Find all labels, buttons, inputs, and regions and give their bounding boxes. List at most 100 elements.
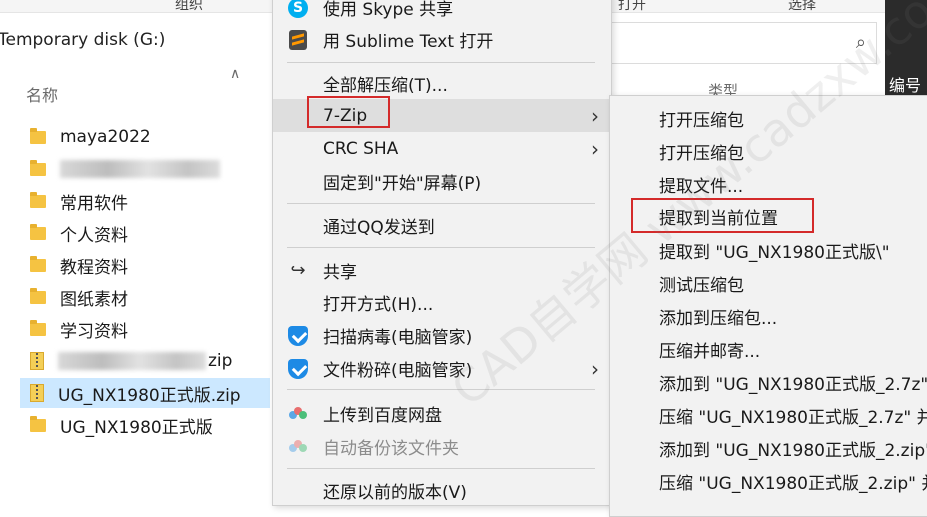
folder-icon <box>30 415 46 432</box>
chevron-right-icon: › <box>591 136 599 161</box>
menu-item-pin-start[interactable]: 固定到"开始"屏幕(P) <box>273 165 611 198</box>
menu-item-label: 用 Sublime Text 打开 <box>323 32 494 52</box>
shield-icon <box>288 358 308 379</box>
file-label: 学习资料 <box>60 321 128 342</box>
skype-icon: S <box>288 0 308 18</box>
menu-separator <box>287 203 595 204</box>
file-label: 教程资料 <box>60 257 128 278</box>
menu-separator <box>287 62 595 63</box>
menu-item-label: 打开方式(H)... <box>323 295 434 315</box>
submenu-item-add-zip[interactable]: 添加到 "UG_NX1980正式版_2.zip" <box>610 432 927 465</box>
search-icon[interactable]: ⌕ <box>856 32 866 53</box>
submenu-item-label: 提取到 "UG_NX1980正式版\" <box>659 243 890 263</box>
sort-up-icon[interactable]: ∧ <box>230 66 240 82</box>
search-box[interactable]: ⌕ <box>610 22 877 64</box>
cloud-icon <box>289 406 307 421</box>
submenu-item-compress-7z-email[interactable]: 压缩 "UG_NX1980正式版_2.7z" 并邮寄 <box>610 399 927 432</box>
folder-icon <box>30 127 46 144</box>
submenu-item-test-archive[interactable]: 测试压缩包 <box>610 267 927 300</box>
menu-item-label: 使用 Skype 共享 <box>323 0 454 20</box>
menu-item-share[interactable]: ↪ 共享 <box>273 254 611 287</box>
file-row-changyong[interactable]: 常用软件 <box>20 186 270 216</box>
folder-icon <box>30 223 46 240</box>
7zip-submenu: 打开压缩包 打开压缩包 提取文件... 提取到当前位置 提取到 "UG_NX19… <box>609 95 927 517</box>
file-row-tuzhi[interactable]: 图纸素材 <box>20 282 270 312</box>
file-row-maya2022[interactable]: maya2022 <box>20 122 270 152</box>
zip-archive-icon <box>30 352 44 370</box>
menu-item-open-with[interactable]: 打开方式(H)... <box>273 286 611 319</box>
file-label: 图纸素材 <box>60 289 128 310</box>
cloud-icon <box>289 439 307 454</box>
details-pane-label: 编号 <box>889 76 922 95</box>
menu-item-label: 共享 <box>323 263 357 283</box>
menu-item-baidu-upload[interactable]: 上传到百度网盘 <box>273 397 611 430</box>
ribbon-tab-organize[interactable]: 组织 <box>175 0 203 14</box>
zip-archive-icon <box>30 384 44 402</box>
menu-item-label: 扫描病毒(电脑管家) <box>323 328 473 348</box>
submenu-item-compress-zip-email[interactable]: 压缩 "UG_NX1980正式版_2.zip" 并邮寄 <box>610 465 927 498</box>
menu-item-label: 上传到百度网盘 <box>323 406 442 426</box>
submenu-item-label: 压缩并邮寄... <box>659 342 761 362</box>
submenu-item-add-to-archive[interactable]: 添加到压缩包... <box>610 300 927 333</box>
folder-icon <box>30 159 46 176</box>
menu-item-label: 通过QQ发送到 <box>323 218 435 238</box>
submenu-item-compress-email[interactable]: 压缩并邮寄... <box>610 333 927 366</box>
submenu-item-open-archive[interactable]: 打开压缩包 <box>610 102 927 135</box>
file-row-blurred[interactable] <box>20 154 270 184</box>
context-menu: S 使用 Skype 共享 用 Sublime Text 打开 全部解压缩(T)… <box>272 0 612 506</box>
file-row-ug-zip-selected[interactable]: UG_NX1980正式版.zip <box>20 378 270 408</box>
chevron-right-icon: › <box>591 356 599 381</box>
sublime-icon <box>289 29 307 50</box>
highlight-box-extract-here <box>631 198 814 233</box>
menu-item-label: 文件粉碎(电脑管家) <box>323 361 473 381</box>
menu-item-sublime[interactable]: 用 Sublime Text 打开 <box>273 23 611 56</box>
file-row-xuexi[interactable]: 学习资料 <box>20 314 270 344</box>
submenu-item-label: 压缩 "UG_NX1980正式版_2.7z" 并邮寄 <box>659 408 927 428</box>
share-icon: ↪ <box>290 260 306 281</box>
menu-item-auto-backup: 自动备份该文件夹 <box>273 430 611 463</box>
column-header-name[interactable]: 名称 <box>26 82 58 106</box>
file-row-jiaocheng[interactable]: 教程资料 <box>20 250 270 280</box>
submenu-item-extract-files[interactable]: 提取文件... <box>610 168 927 201</box>
submenu-item-extract-to-folder[interactable]: 提取到 "UG_NX1980正式版\" <box>610 234 927 267</box>
menu-item-file-shred[interactable]: 文件粉碎(电脑管家) › <box>273 352 611 385</box>
folder-icon <box>30 191 46 208</box>
ribbon-tab-open[interactable]: 打开 <box>618 0 646 14</box>
chevron-right-icon: › <box>591 103 599 128</box>
file-label: zip <box>208 351 233 371</box>
submenu-item-label: 添加到压缩包... <box>659 309 778 329</box>
file-row-blurred-zip[interactable]: zip <box>20 346 270 376</box>
shield-icon <box>288 325 308 346</box>
submenu-item-label: 提取文件... <box>659 177 744 197</box>
menu-item-label: CRC SHA <box>323 138 399 159</box>
folder-icon <box>30 287 46 304</box>
submenu-item-label: 添加到 "UG_NX1980正式版_2.7z" <box>659 375 927 395</box>
submenu-item-open-archive-2[interactable]: 打开压缩包 <box>610 135 927 168</box>
menu-separator <box>287 247 595 248</box>
menu-item-skype-share[interactable]: S 使用 Skype 共享 <box>273 0 611 24</box>
menu-item-label: 全部解压缩(T)... <box>323 76 448 96</box>
submenu-item-label: 压缩 "UG_NX1980正式版_2.zip" 并邮寄 <box>659 474 927 494</box>
menu-item-virus-scan[interactable]: 扫描病毒(电脑管家) <box>273 319 611 352</box>
redacted-filename <box>58 352 206 370</box>
highlight-box-7zip <box>307 96 390 128</box>
submenu-item-label: 测试压缩包 <box>659 276 744 296</box>
submenu-item-add-7z[interactable]: 添加到 "UG_NX1980正式版_2.7z" <box>610 366 927 399</box>
menu-separator <box>287 389 595 390</box>
file-label: 个人资料 <box>60 225 128 246</box>
menu-item-crc-sha[interactable]: CRC SHA › <box>273 132 611 165</box>
submenu-item-label: 添加到 "UG_NX1980正式版_2.zip" <box>659 441 927 461</box>
menu-item-label: 自动备份该文件夹 <box>323 439 459 459</box>
menu-item-label: 固定到"开始"屏幕(P) <box>323 174 482 194</box>
file-label: UG_NX1980正式版.zip <box>58 385 241 406</box>
file-label: UG_NX1980正式版 <box>60 417 213 438</box>
submenu-item-label: 打开压缩包 <box>659 144 744 164</box>
address-text[interactable]: Temporary disk (G:) <box>0 30 165 50</box>
redacted-filename <box>60 160 220 178</box>
ribbon-tab-select[interactable]: 选择 <box>788 0 816 14</box>
file-row-geren[interactable]: 个人资料 <box>20 218 270 248</box>
menu-item-restore-versions[interactable]: 还原以前的版本(V) <box>273 474 611 507</box>
file-row-ug-folder[interactable]: UG_NX1980正式版 <box>20 410 270 440</box>
folder-icon <box>30 255 46 272</box>
menu-item-send-qq[interactable]: 通过QQ发送到 <box>273 209 611 242</box>
